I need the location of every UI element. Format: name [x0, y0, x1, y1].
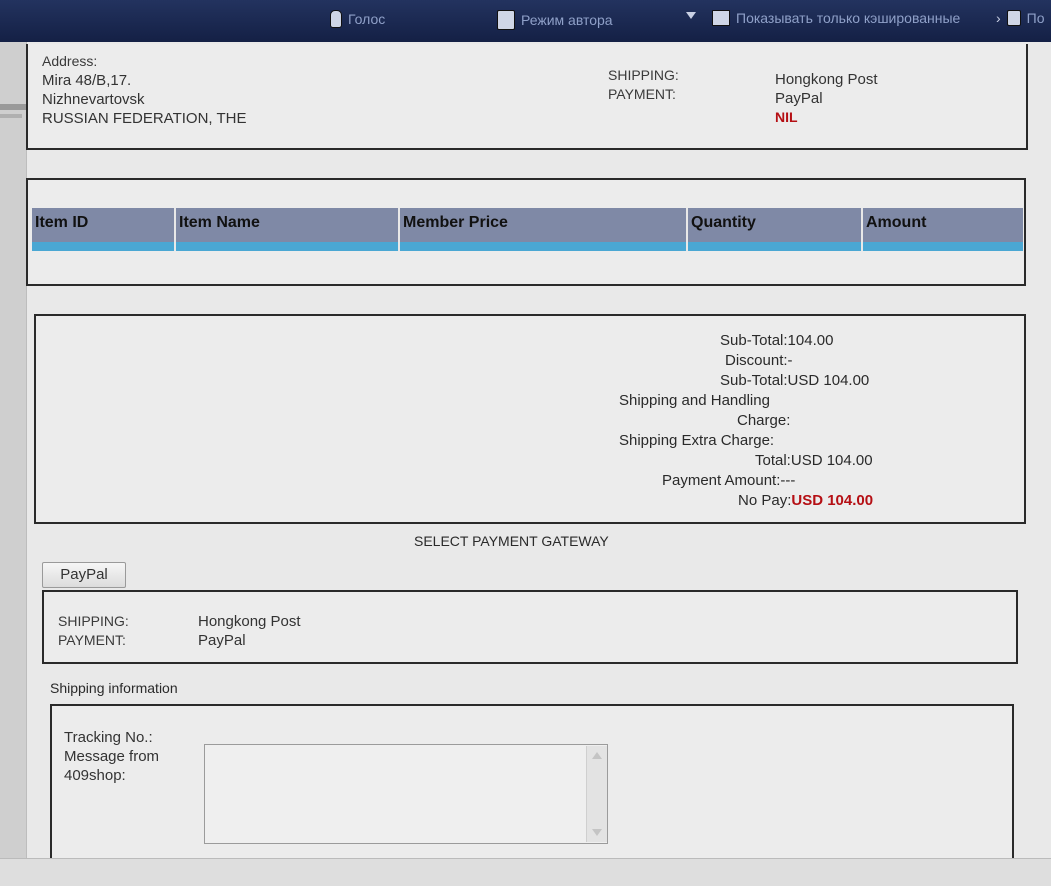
shipping-handling-label: Shipping and Handling [619, 392, 770, 409]
address-city: Nizhnevartovsk [42, 91, 145, 108]
order-status: NIL [775, 109, 798, 125]
subtotal-usd-value: USD 104.00 [787, 372, 870, 389]
discount-label: Discount: [725, 352, 788, 369]
summary-shipping-label: SHIPPING: [58, 613, 129, 629]
voice-label: Голос [348, 11, 386, 27]
col-item-id: Item ID [32, 208, 176, 242]
cache-icon [712, 10, 730, 26]
overflow-button[interactable]: › По [996, 10, 1045, 26]
col-member-price: Member Price [400, 208, 688, 242]
address-country: RUSSIAN FEDERATION, THE [42, 110, 247, 127]
payment-label: PAYMENT: [608, 86, 676, 102]
order-address-panel: Address: Mira 48/B,17. Nizhnevartovsk RU… [26, 44, 1028, 150]
col-item-name: Item Name [176, 208, 400, 242]
shipping-handling-label-2: Charge: [737, 412, 791, 429]
gutter-tab [0, 104, 26, 110]
author-mode-button[interactable]: Режим автора [497, 10, 613, 30]
shipping-extra-label: Shipping Extra Charge: [619, 432, 775, 449]
voice-button[interactable]: Голос [330, 10, 385, 28]
total-value: USD 104.00 [790, 452, 873, 469]
subtotal-label: Sub-Total: [720, 332, 788, 349]
message-textarea[interactable] [204, 744, 608, 844]
message-label-2: 409shop: [64, 767, 126, 784]
message-label: Message from [64, 748, 160, 765]
dropdown-arrow-icon[interactable] [686, 12, 696, 19]
subtotal-usd-label: Sub-Total: [720, 372, 788, 389]
overflow-label: По [1026, 10, 1045, 26]
chevron-right-icon: › [996, 10, 1001, 26]
cached-only-label: Показывать только кэшированные [736, 10, 961, 26]
summary-payment-value: PayPal [198, 632, 246, 649]
microphone-icon [330, 10, 342, 28]
shipping-value: Hongkong Post [775, 71, 878, 88]
discount-value: - [787, 352, 793, 369]
subtotal-value: 104.00 [787, 332, 834, 349]
payment-value: PayPal [775, 90, 823, 107]
summary-payment-label: PAYMENT: [58, 632, 126, 648]
document-icon [497, 10, 515, 30]
address-label: Address: [42, 53, 98, 69]
cached-only-button[interactable]: Показывать только кэшированные [712, 10, 960, 26]
summary-shipping-value: Hongkong Post [198, 613, 301, 630]
address-line1: Mira 48/B,17. [42, 72, 132, 89]
gutter-tab-secondary [0, 114, 22, 118]
summary-panel: SHIPPING: PAYMENT: Hongkong Post PayPal [42, 590, 1018, 664]
left-gutter [0, 42, 27, 885]
col-quantity: Quantity [688, 208, 863, 242]
page-icon [1006, 10, 1021, 26]
scroll-down-icon[interactable] [592, 829, 602, 836]
textarea-scrollbar[interactable] [586, 746, 607, 842]
payment-amount-value: --- [780, 472, 796, 489]
no-pay-label: No Pay: [738, 492, 792, 509]
tracking-label: Tracking No.: [64, 729, 153, 746]
col-amount: Amount [866, 214, 927, 231]
total-label: Total: [755, 452, 791, 469]
items-table-empty-row [32, 242, 1023, 251]
shipping-info-heading: Shipping information [50, 680, 178, 696]
totals-panel: Sub-Total:104.00 Discount:- Sub-Total:US… [34, 314, 1026, 524]
scroll-up-icon[interactable] [592, 752, 602, 759]
select-gateway-heading: SELECT PAYMENT GATEWAY [414, 533, 609, 549]
author-mode-label: Режим автора [521, 12, 613, 28]
paypal-button[interactable]: PayPal [42, 562, 126, 588]
payment-amount-label: Payment Amount: [662, 472, 781, 489]
status-bar [0, 858, 1051, 886]
no-pay-value: USD 104.00 [791, 492, 874, 509]
shipping-label: SHIPPING: [608, 67, 679, 83]
browser-toolbar: Голос Режим автора Показывать только кэш… [0, 0, 1051, 42]
items-table-header: Item ID Item Name Member Price Quantity … [32, 208, 1023, 242]
